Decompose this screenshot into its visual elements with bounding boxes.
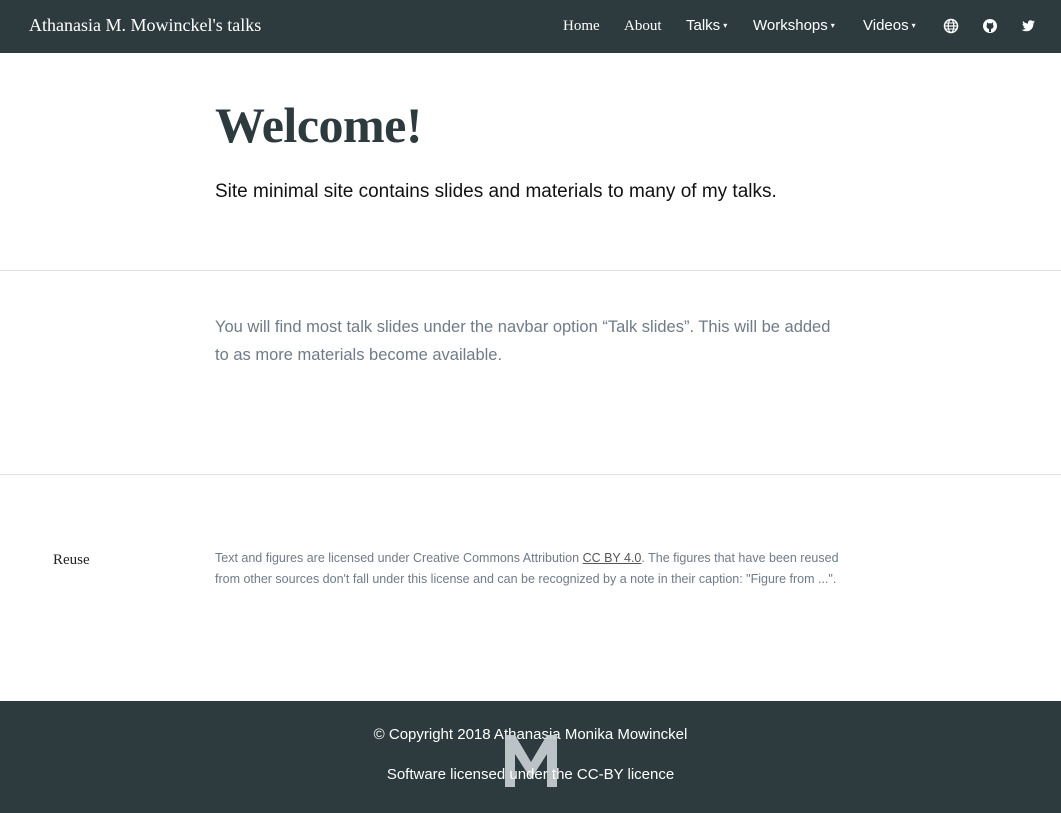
- navbar: Athanasia M. Mowinckel's talks Home Abou…: [0, 0, 1061, 53]
- nav-about[interactable]: About: [624, 18, 662, 35]
- github-icon[interactable]: [982, 18, 998, 34]
- nav-videos-label: Videos: [863, 17, 909, 34]
- reuse-heading: Reuse: [53, 552, 90, 568]
- nav-talks-dropdown[interactable]: Talks ▾: [686, 17, 727, 34]
- page-title: Welcome!: [215, 97, 423, 153]
- divider: [0, 270, 1061, 271]
- site-footer: © Copyright 2018 Athanasia Monika Mowinc…: [0, 701, 1061, 813]
- footer-license: Software licensed under the CC-BY licenc…: [386, 766, 675, 783]
- nav-videos-dropdown[interactable]: Videos ▾: [863, 17, 916, 34]
- intro-paragraph: You will find most talk slides under the…: [215, 318, 831, 364]
- nav-workshops-label: Workshops: [753, 17, 828, 34]
- page-subtitle: Site minimal site contains slides and ma…: [215, 181, 777, 202]
- nav-workshops-dropdown[interactable]: Workshops ▾: [753, 17, 835, 34]
- twitter-icon[interactable]: [1020, 18, 1036, 34]
- nav-home[interactable]: Home: [563, 18, 600, 35]
- site-brand[interactable]: Athanasia M. Mowinckel's talks: [29, 15, 261, 36]
- license-link[interactable]: CC BY 4.0: [583, 551, 642, 565]
- nav-talks-label: Talks: [686, 17, 721, 34]
- chevron-down-icon: ▾: [830, 21, 835, 30]
- chevron-down-icon: ▾: [911, 21, 916, 30]
- reuse-text: Text and figures are licensed under Crea…: [215, 548, 850, 590]
- globe-icon[interactable]: [943, 18, 959, 34]
- reuse-text-start: Text and figures are licensed under Crea…: [215, 551, 583, 565]
- chevron-down-icon: ▾: [723, 21, 728, 30]
- divider: [0, 474, 1061, 475]
